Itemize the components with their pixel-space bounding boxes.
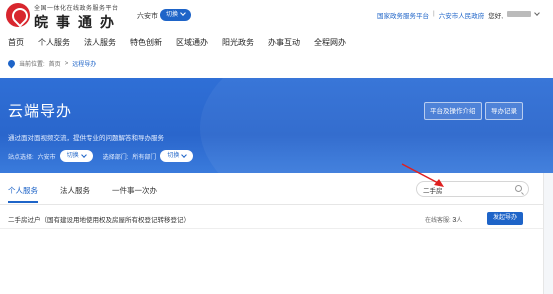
greeting-text: 您好, bbox=[488, 13, 503, 20]
nav-item-regional[interactable]: 区域通办 bbox=[169, 37, 215, 51]
online-agents-unit: 人 bbox=[456, 218, 463, 224]
logo-icon[interactable] bbox=[6, 3, 30, 27]
hero-description: 通过面对面视频交流，提供专业的问题解答和导办服务 bbox=[8, 135, 164, 142]
page-title: 云端导办 bbox=[8, 103, 73, 120]
service-tabs: 个人服务 法人服务 一件事一次办 bbox=[8, 185, 157, 203]
dept-switch-button[interactable]: 切换 bbox=[160, 150, 194, 162]
chevron-down-icon bbox=[181, 152, 188, 158]
current-city: 六安市 bbox=[137, 13, 158, 20]
nav-item-interaction[interactable]: 办事互动 bbox=[261, 37, 307, 51]
search-icon[interactable] bbox=[515, 185, 522, 192]
link-national-platform[interactable]: 国家政务服务平台 bbox=[377, 10, 429, 20]
breadcrumb-label: 当前位置: bbox=[19, 62, 45, 68]
online-agents-label: 在线客服: bbox=[425, 218, 451, 224]
breadcrumb-home[interactable]: 首页 bbox=[49, 59, 61, 68]
hero-filters: 站点选择: 六安市 切换 选择部门: 所有部门 切换 bbox=[8, 150, 199, 162]
online-agents-status: 在线客服: 3人 bbox=[425, 215, 462, 224]
platform-intro-button[interactable]: 平台及操作介绍 bbox=[424, 102, 482, 120]
dept-label: 选择部门: bbox=[102, 154, 129, 161]
tabs-divider bbox=[0, 204, 543, 205]
start-guide-button[interactable]: 发起导办 bbox=[487, 212, 524, 225]
nav-item-innovation[interactable]: 特色创新 bbox=[123, 37, 169, 51]
tab-personal[interactable]: 个人服务 bbox=[8, 185, 38, 203]
location-pin-icon bbox=[6, 58, 17, 69]
city-switch-button[interactable]: 切换 bbox=[160, 9, 192, 21]
guide-record-button[interactable]: 导办记录 bbox=[485, 102, 523, 120]
service-title[interactable]: 二手房过户（国有建设用地使用权及房屋所有权登记转移登记） bbox=[8, 214, 190, 224]
site-label: 站点选择: bbox=[8, 154, 34, 161]
list-item: 二手房过户（国有建设用地使用权及房屋所有权登记转移登记） 在线客服: 3人 发起… bbox=[0, 210, 543, 229]
breadcrumb-separator: > bbox=[64, 60, 69, 67]
top-links: 国家政务服务平台 | 六安市人民政府 您好, bbox=[377, 10, 540, 20]
annotation-arrow-icon bbox=[401, 163, 444, 187]
chevron-down-icon bbox=[80, 152, 87, 158]
scrollbar-track[interactable] bbox=[543, 173, 553, 294]
breadcrumb: 当前位置: 首页 > 远程导办 bbox=[6, 58, 97, 69]
link-municipal-gov[interactable]: 六安市人民政府 bbox=[439, 10, 485, 20]
logo-subtitle: 全国一体化在线政务服务平台 bbox=[34, 6, 119, 12]
service-panel: 个人服务 法人服务 一件事一次办 二手房 二手房过户（国有建设用地使用权及房屋所… bbox=[0, 173, 543, 294]
breadcrumb-current: 远程导办 bbox=[72, 62, 97, 68]
user-name-redacted[interactable] bbox=[507, 11, 531, 17]
site-switch-button[interactable]: 切换 bbox=[59, 150, 93, 162]
site-switch-label: 切换 bbox=[66, 153, 79, 159]
nav-item-sunshine[interactable]: 阳光政务 bbox=[215, 37, 261, 51]
tab-corporate[interactable]: 法人服务 bbox=[60, 185, 90, 203]
nav-item-home[interactable]: 首页 bbox=[0, 37, 31, 51]
dept-value: 所有部门 bbox=[132, 154, 157, 161]
nav-item-corporate[interactable]: 法人服务 bbox=[77, 37, 123, 51]
site-value: 六安市 bbox=[37, 154, 56, 161]
hero-banner: 云端导办 通过面对面视频交流，提供专业的问题解答和导办服务 站点选择: 六安市 … bbox=[0, 78, 553, 173]
main-nav: 首页 个人服务 法人服务 特色创新 区域通办 阳光政务 办事互动 全程网办 bbox=[0, 37, 553, 51]
city-switch-label: 切换 bbox=[166, 12, 179, 18]
top-bar: 全国一体化在线政务服务平台 皖事通办 六安市 切换 国家政务服务平台 | 六安市… bbox=[0, 0, 553, 32]
divider: | bbox=[432, 10, 435, 17]
nav-item-personal[interactable]: 个人服务 bbox=[31, 37, 77, 51]
nav-item-online[interactable]: 全程网办 bbox=[307, 37, 353, 51]
user-menu-chevron-icon[interactable] bbox=[534, 10, 540, 16]
dept-switch-label: 切换 bbox=[167, 153, 180, 159]
chevron-down-icon bbox=[180, 10, 186, 16]
tab-one-thing[interactable]: 一件事一次办 bbox=[112, 185, 157, 203]
logo-title[interactable]: 皖事通办 bbox=[34, 12, 122, 32]
